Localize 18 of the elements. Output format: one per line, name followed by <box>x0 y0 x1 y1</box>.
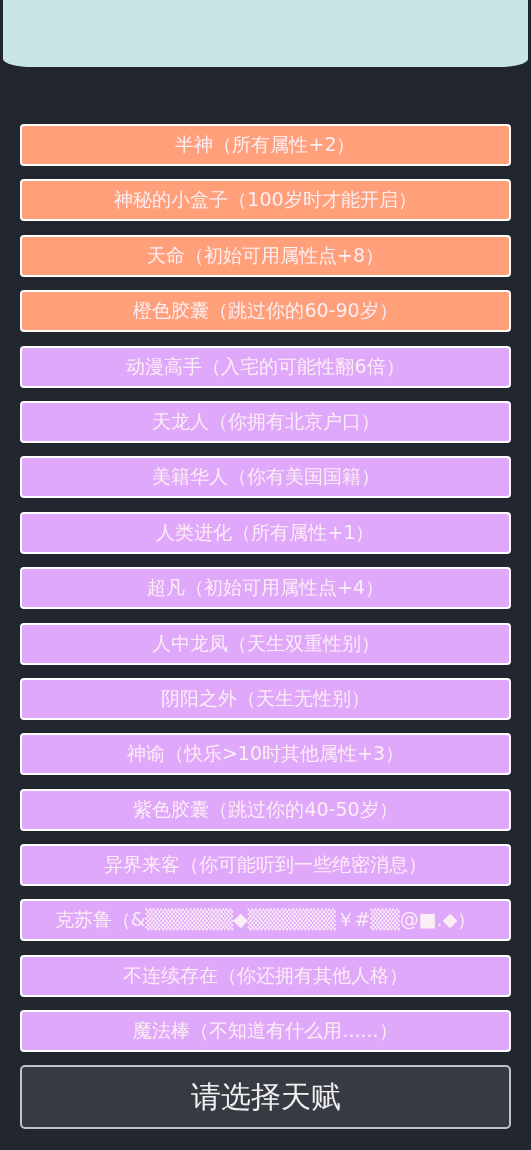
talent-option[interactable]: 橙色胶囊（跳过你的60-90岁） <box>20 290 511 333</box>
talent-option[interactable]: 人中龙凤（天生双重性别） <box>20 622 511 665</box>
talent-option[interactable]: 异界来客（你可能听到一些绝密消息） <box>20 844 511 887</box>
talent-option[interactable]: 神谕（快乐>10时其他属性+3） <box>20 733 511 776</box>
talent-option[interactable]: 半神（所有属性+2） <box>20 124 511 166</box>
talent-option[interactable]: 神秘的小盒子（100岁时才能开启） <box>20 179 511 222</box>
talent-option[interactable]: 天命（初始可用属性点+8） <box>20 234 511 277</box>
select-talent-button[interactable]: 请选择天赋 <box>20 1065 511 1130</box>
talent-option[interactable]: 超凡（初始可用属性点+4） <box>20 567 511 610</box>
talent-option[interactable]: 人类进化（所有属性+1） <box>20 511 511 554</box>
talent-option[interactable]: 不连续存在（你还拥有其他人格） <box>20 954 511 997</box>
talent-option[interactable]: 美籍华人（你有美国国籍） <box>20 456 511 499</box>
talent-option[interactable]: 动漫高手（入宅的可能性翻6倍） <box>20 345 511 388</box>
talent-option[interactable]: 魔法棒（不知道有什么用......） <box>20 1010 511 1053</box>
talent-option[interactable]: 天龙人（你拥有北京户口） <box>20 400 511 443</box>
talent-option[interactable]: 阴阳之外（天生无性别） <box>20 677 511 720</box>
talent-option[interactable]: 紫色胶囊（跳过你的40-50岁） <box>20 788 511 831</box>
talent-option[interactable]: 克苏鲁（&▒▒▒▒▒▒◆▒▒▒▒▒▒￥#▒▒@■.◆） <box>20 899 511 942</box>
